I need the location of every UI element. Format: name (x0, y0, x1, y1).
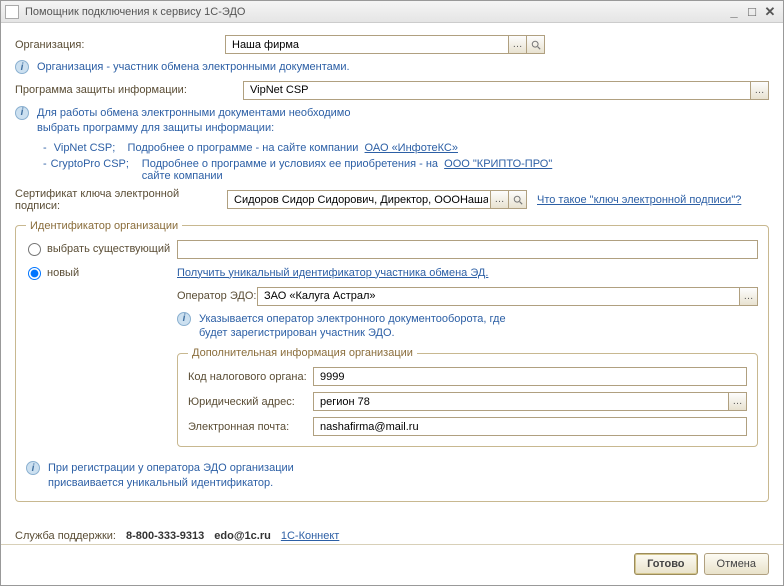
cert-label: Сертификат ключа электронной подписи: (15, 188, 227, 212)
support-connect-link[interactable]: 1С-Коннект (281, 530, 340, 542)
cert-what-link[interactable]: Что такое "ключ электронной подписи"? (537, 194, 741, 206)
ident-new-radio[interactable] (28, 267, 41, 280)
ident-group: Идентификатор организации выбрать сущест… (15, 220, 769, 502)
crypto-hint-line1: Для работы обмена электронными документа… (37, 107, 350, 119)
info-icon: i (15, 106, 29, 120)
addr-select-button[interactable]: … (728, 393, 746, 410)
extra-info-group: Дополнительная информация организации Ко… (177, 347, 758, 447)
search-icon (531, 40, 541, 50)
cryptopro-more-text: Подробнее о программе и условиях ее прио… (142, 158, 438, 170)
support-phone: 8-800-333-9313 (126, 530, 204, 542)
cert-field[interactable]: … (227, 190, 527, 209)
footer: Готово Отмена (1, 544, 783, 585)
ident-existing-field[interactable] (177, 240, 758, 259)
operator-field[interactable]: … (257, 287, 758, 306)
vipnet-name: VipNet CSP; (54, 142, 116, 154)
vipnet-more: Подробнее о программе - на сайте компани… (128, 142, 359, 154)
assistant-window: Помощник подключения к сервису 1С-ЭДО _ … (0, 0, 784, 586)
operator-select-button[interactable]: … (739, 288, 757, 305)
ident-new-panel: Получить уникальный идентификатор участн… (177, 267, 758, 454)
support-line: Служба поддержки: 8-800-333-9313 edo@1c.… (1, 526, 783, 544)
support-label: Служба поддержки: (15, 530, 116, 542)
ident-new-label: новый (47, 267, 177, 279)
document-icon (5, 5, 19, 19)
cryptopro-name: CryptoPro CSP; (51, 158, 136, 170)
minimize-button[interactable]: _ (725, 4, 743, 20)
email-field[interactable] (313, 417, 747, 436)
crypto-input[interactable] (248, 83, 750, 97)
org-label: Организация: (15, 39, 225, 51)
reg-hint-line2: присваивается уникальный идентификатор. (48, 477, 273, 489)
extra-legend: Дополнительная информация организации (188, 347, 417, 359)
org-search-button[interactable] (526, 36, 544, 53)
window-title: Помощник подключения к сервису 1С-ЭДО (25, 6, 725, 18)
crypto-field[interactable]: … (243, 81, 769, 100)
ident-existing-radio[interactable] (28, 243, 41, 256)
operator-hint-line1: Указывается оператор электронного докуме… (199, 313, 506, 325)
cryptopro-more: Подробнее о программе и условиях ее прио… (142, 158, 552, 182)
org-field[interactable]: … (225, 35, 545, 54)
reg-hint-line1: При регистрации у оператора ЭДО организа… (48, 462, 294, 474)
org-input[interactable] (230, 38, 508, 52)
crypto-label: Программа защиты информации: (15, 84, 243, 96)
operator-hint: Указывается оператор электронного докуме… (199, 312, 506, 342)
info-icon: i (15, 60, 29, 74)
cert-select-button[interactable]: … (490, 191, 508, 208)
info-icon: i (26, 461, 40, 475)
close-button[interactable]: ✕ (761, 4, 779, 20)
dash-icon: - (43, 142, 47, 154)
tax-input[interactable] (318, 370, 742, 384)
content-area: Организация: … i Организация - участник … (1, 23, 783, 526)
vipnet-link[interactable]: ОАО «ИнфотеКС» (365, 142, 458, 154)
email-input[interactable] (318, 420, 742, 434)
info-icon: i (177, 312, 191, 326)
titlebar: Помощник подключения к сервису 1С-ЭДО _ … (1, 1, 783, 23)
search-icon (513, 195, 523, 205)
get-identifier-link[interactable]: Получить уникальный идентификатор участн… (177, 267, 488, 279)
addr-label: Юридический адрес: (188, 396, 313, 408)
cryptopro-more-text2: сайте компании (142, 170, 223, 182)
ident-existing-label: выбрать существующий (47, 243, 177, 255)
org-select-button[interactable]: … (508, 36, 526, 53)
operator-input[interactable] (262, 289, 739, 303)
email-label: Электронная почта: (188, 421, 313, 433)
crypto-hint: Для работы обмена электронными документа… (37, 106, 350, 136)
maximize-button[interactable]: □ (743, 4, 761, 20)
operator-hint-line2: будет зарегистрирован участник ЭДО. (199, 327, 395, 339)
ready-button[interactable]: Готово (634, 553, 697, 575)
tax-label: Код налогового органа: (188, 371, 313, 383)
crypto-select-button[interactable]: … (750, 82, 768, 99)
dash-icon: - (43, 158, 47, 170)
addr-input[interactable] (318, 395, 728, 409)
cancel-button[interactable]: Отмена (704, 553, 769, 575)
ident-existing-input[interactable] (182, 242, 753, 256)
support-email: edo@1c.ru (214, 530, 271, 542)
addr-field[interactable]: … (313, 392, 747, 411)
org-hint: Организация - участник обмена электронны… (37, 60, 350, 75)
crypto-hint-line2: выбрать программу для защиты информации: (37, 122, 274, 134)
reg-hint: При регистрации у оператора ЭДО организа… (48, 461, 294, 491)
operator-label: Оператор ЭДО: (177, 290, 257, 302)
tax-field[interactable] (313, 367, 747, 386)
cert-search-button[interactable] (508, 191, 526, 208)
cert-input[interactable] (232, 193, 490, 207)
ident-legend: Идентификатор организации (26, 220, 182, 232)
cryptopro-link[interactable]: ООО "КРИПТО-ПРО" (444, 158, 552, 170)
